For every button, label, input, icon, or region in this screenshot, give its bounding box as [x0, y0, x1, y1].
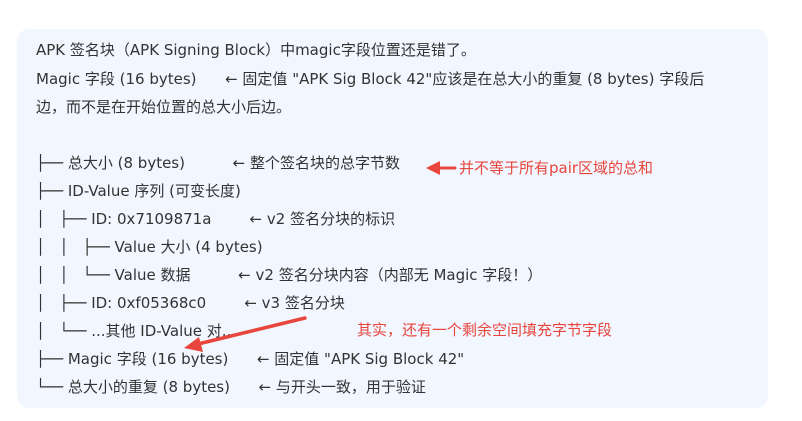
tree-line-total-size: ├── 总大小 (8 bytes) ← 整个签名块的总字节数: [36, 154, 400, 172]
intro-line-2: Magic 字段 (16 bytes) ← 固定值 "APK Sig Block…: [36, 70, 705, 88]
annotation-note-2: 其实，还有一个剩余空间填充字节字段: [357, 321, 613, 339]
tree-line-id-value-sequence: ├── ID-Value 序列 (可变长度): [36, 182, 241, 200]
tree-line-value-size: │ │ ├── Value 大小 (4 bytes): [36, 238, 263, 256]
annotation-note-1: 并不等于所有pair区域的总和: [459, 159, 654, 177]
tree-line-total-size-repeat: └── 总大小的重复 (8 bytes) ← 与开头一致，用于验证: [36, 378, 426, 396]
intro-line-3: 边，而不是在开始位置的总大小后边。: [36, 98, 292, 116]
intro-line-1: APK 签名块（APK Signing Block）中magic字段位置还是错了…: [36, 41, 476, 59]
tree-line-other-pairs: │ └── ...其他 ID-Value 对...: [36, 322, 237, 340]
tree-line-value-data: │ │ └── Value 数据 ← v2 签名分块内容（内部无 Magic 字…: [36, 266, 543, 284]
tree-line-magic-field: ├── Magic 字段 (16 bytes) ← 固定值 "APK Sig B…: [36, 350, 465, 368]
tree-line-v3-id: │ ├── ID: 0xf05368c0 ← v3 签名分块: [36, 294, 345, 312]
tree-line-v2-id: │ ├── ID: 0x7109871a ← v2 签名分块的标识: [36, 210, 396, 228]
